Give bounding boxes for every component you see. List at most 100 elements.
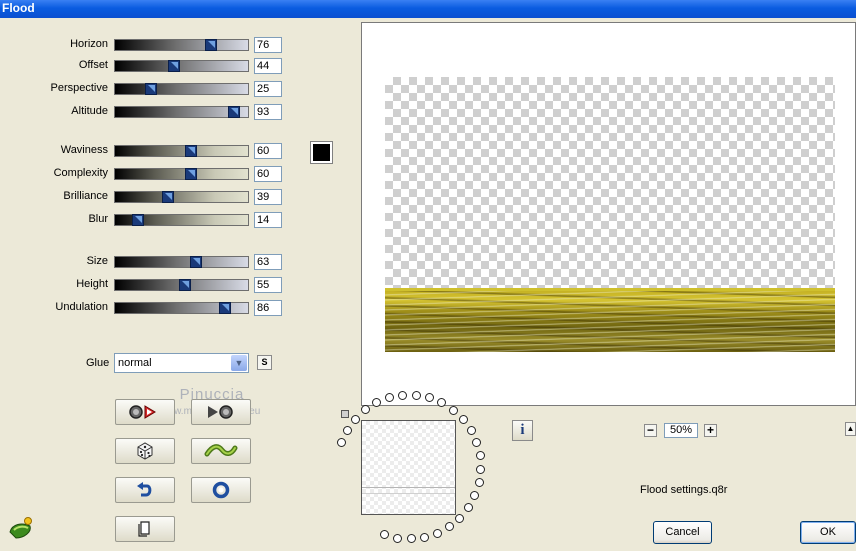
height-slider-thumb[interactable] — [179, 279, 191, 291]
altitude-slider[interactable] — [114, 106, 249, 118]
complexity-slider-thumb[interactable] — [185, 168, 197, 180]
navigator-handle[interactable] — [341, 410, 349, 418]
info-button[interactable]: i — [512, 420, 533, 441]
zoom-dial-dot[interactable] — [360, 405, 370, 415]
compare-button[interactable] — [115, 399, 175, 425]
zoom-dial-dot[interactable] — [437, 398, 447, 408]
zoom-dial-dot[interactable] — [419, 532, 429, 542]
brilliance-label: Brilliance — [63, 190, 108, 202]
copy-button[interactable] — [115, 516, 175, 542]
brilliance-value-field[interactable]: 39 — [254, 189, 282, 205]
undulation-slider[interactable] — [114, 302, 249, 314]
slider-row-brilliance: Brilliance 39 — [0, 189, 290, 205]
slider-row-height: Height 55 — [0, 277, 290, 293]
transparency-checkerboard — [385, 77, 835, 292]
size-value-field[interactable]: 63 — [254, 254, 282, 270]
zoom-dial-dot[interactable] — [476, 465, 486, 474]
slider-row-offset: Offset 44 — [0, 58, 290, 74]
zoom-dial-dot[interactable] — [397, 390, 407, 400]
zoom-dial-dot[interactable] — [406, 534, 416, 544]
blur-slider[interactable] — [114, 214, 249, 226]
preset-browse-button[interactable] — [191, 399, 251, 425]
random-button[interactable] — [115, 438, 175, 464]
thumbnail-horizon-line — [362, 487, 455, 488]
reset-button[interactable] — [191, 477, 251, 503]
scroll-up-icon[interactable]: ▲ — [845, 422, 856, 436]
ok-button[interactable]: OK — [800, 521, 856, 544]
zoom-dial-dot[interactable] — [384, 393, 394, 403]
altitude-slider-thumb[interactable] — [228, 106, 240, 118]
horizon-label: Horizon — [70, 38, 108, 50]
horizon-slider-thumb[interactable] — [205, 39, 217, 51]
height-value-field[interactable]: 55 — [254, 277, 282, 293]
waviness-value-field[interactable]: 60 — [254, 143, 282, 159]
complexity-value-field[interactable]: 60 — [254, 166, 282, 182]
water-reflection — [385, 291, 835, 352]
brilliance-slider[interactable] — [114, 191, 249, 203]
perspective-slider[interactable] — [114, 83, 249, 95]
offset-value-field[interactable]: 44 — [254, 58, 282, 74]
waviness-slider-thumb[interactable] — [185, 145, 197, 157]
dice-icon — [137, 442, 153, 460]
slider-row-size: Size 63 — [0, 254, 290, 270]
page-icon — [138, 521, 150, 537]
altitude-value-field[interactable]: 93 — [254, 104, 282, 120]
offset-slider[interactable] — [114, 60, 249, 72]
zoom-dial-dot[interactable] — [458, 415, 468, 425]
sync-button[interactable]: S — [257, 355, 272, 370]
horizon-value-field[interactable]: 76 — [254, 37, 282, 53]
preview-canvas[interactable] — [361, 22, 856, 406]
zoom-dial-dot[interactable] — [379, 530, 389, 540]
blur-slider-thumb[interactable] — [132, 214, 144, 226]
waviness-label: Waviness — [60, 144, 108, 156]
zoom-dial-dot[interactable] — [463, 503, 473, 513]
zoom-dial-dot[interactable] — [470, 491, 480, 501]
color-swatch[interactable] — [310, 141, 333, 164]
height-label: Height — [76, 278, 108, 290]
window-title: Flood — [2, 1, 35, 15]
undulation-slider-thumb[interactable] — [219, 302, 231, 314]
zoom-dial-dot[interactable] — [392, 533, 402, 543]
reset-icon — [212, 481, 230, 499]
zoom-dial-dot[interactable] — [411, 390, 421, 400]
wave-icon — [204, 444, 238, 457]
size-slider-thumb[interactable] — [190, 256, 202, 268]
zoom-dial-dot[interactable] — [466, 426, 476, 436]
zoom-dial-dot[interactable] — [474, 478, 484, 488]
cancel-button[interactable]: Cancel — [653, 521, 712, 544]
chevron-down-icon[interactable]: ▼ — [231, 355, 247, 371]
glue-select[interactable]: normal ▼ — [114, 353, 249, 373]
perspective-label: Perspective — [50, 82, 108, 94]
zoom-dial-dot[interactable] — [472, 438, 482, 448]
wave-button[interactable] — [191, 438, 251, 464]
zoom-dial-dot[interactable] — [444, 522, 454, 532]
zoom-dial-dot[interactable] — [342, 425, 352, 435]
zoom-dial-dot[interactable] — [475, 451, 485, 461]
perspective-value-field[interactable]: 25 — [254, 81, 282, 97]
complexity-slider[interactable] — [114, 168, 249, 180]
slider-row-complexity: Complexity 60 — [0, 166, 290, 182]
zoom-in-button[interactable]: + — [704, 424, 717, 437]
zoom-dial-dot[interactable] — [350, 414, 360, 424]
slider-row-altitude: Altitude 93 — [0, 104, 290, 120]
height-slider[interactable] — [114, 279, 249, 291]
undo-button[interactable] — [115, 477, 175, 503]
horizon-slider[interactable] — [114, 39, 249, 51]
waviness-slider[interactable] — [114, 145, 249, 157]
zoom-out-button[interactable]: − — [644, 424, 657, 437]
filters-unlimited-logo-icon — [9, 517, 32, 539]
slider-row-blur: Blur 14 — [0, 212, 290, 228]
undulation-value-field[interactable]: 86 — [254, 300, 282, 316]
zoom-dial-dot[interactable] — [455, 513, 465, 523]
brilliance-slider-thumb[interactable] — [162, 191, 174, 203]
offset-slider-thumb[interactable] — [168, 60, 180, 72]
zoom-level: 50% — [664, 423, 698, 438]
zoom-dial-dot[interactable] — [336, 437, 346, 447]
perspective-slider-thumb[interactable] — [145, 83, 157, 95]
glue-label: Glue — [86, 357, 110, 369]
navigator-thumbnail[interactable] — [361, 420, 456, 515]
blur-value-field[interactable]: 14 — [254, 212, 282, 228]
zoom-dial-dot[interactable] — [432, 528, 442, 538]
zoom-dial-dot[interactable] — [448, 405, 458, 415]
size-slider[interactable] — [114, 256, 249, 268]
